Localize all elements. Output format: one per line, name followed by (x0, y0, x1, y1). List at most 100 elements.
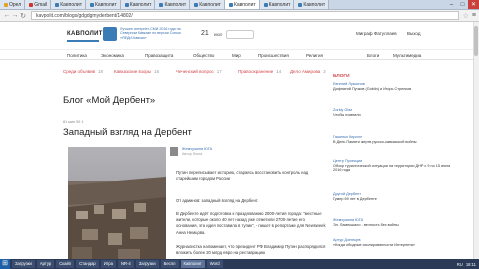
topic-tag[interactable]: Правоохранение 14 (238, 69, 281, 74)
taskbar-item[interactable]: Загрузки (12, 260, 35, 268)
sidebar-post-link[interactable]: Обзор туристической ситуации на территор… (333, 164, 453, 173)
forward-icon[interactable]: → (11, 12, 19, 19)
topic-tag[interactable]: Среди объявив 18 (63, 69, 103, 74)
nav-item[interactable]: Религия (306, 53, 323, 58)
reload-icon[interactable]: ↻ (19, 12, 27, 20)
article-meta: 81 мин 59 1 (63, 120, 84, 124)
promo-text: Лучшее интернет-СМИ 2016 года на Северно… (120, 27, 181, 40)
sidebar-post-link[interactable]: В День Памяти жертв русско-кавказской во… (333, 140, 453, 145)
tab-label: Кавполит (268, 2, 291, 8)
favicon-icon (29, 2, 34, 7)
system-tray: RU 18:11 (454, 259, 479, 269)
favicon-icon (298, 2, 303, 7)
nav-item[interactable]: Блоги (367, 53, 379, 58)
maximize-icon[interactable]: □ (457, 0, 468, 9)
nav-item[interactable]: Мультимедиа (393, 53, 421, 58)
topic-tag[interactable]: Кавказские взоры 16 (114, 69, 159, 74)
topic-tag[interactable]: Дело Амирова 2 (290, 69, 326, 74)
author-name-link[interactable]: Жемчужина ЮГА (182, 147, 212, 151)
window-controls: – □ ✕ (446, 0, 479, 9)
taskbar-item[interactable]: Беспл (160, 260, 179, 268)
tab-label: Кавполит (129, 2, 152, 8)
sidebar-blog-item: Евгений Лукьянов Дифнатий Пучков (Goblin)… (333, 82, 453, 91)
browser-tab[interactable]: Кавполит (86, 0, 121, 9)
browser-tab[interactable]: Кавполит (190, 0, 225, 9)
site-header: КАВПОЛИТ Лучшее интернет-СМИ 2016 года н… (0, 22, 479, 50)
taskbar-item[interactable]: Игра (100, 260, 116, 268)
taskbar-item-active[interactable]: Кавполит (180, 260, 205, 268)
browser-tab-active[interactable]: Кавполит (224, 0, 260, 9)
article-paragraph: Журналистка напоминает, что президент РФ… (176, 244, 326, 256)
tab-label: Кавполит (199, 2, 221, 8)
favicon-icon (4, 2, 8, 7)
minimize-icon[interactable]: – (446, 0, 457, 9)
topic-tags: Среди объявив 18 Кавказские взоры 16 Чечен… (0, 68, 479, 77)
windows-start-icon[interactable]: ⊞ (0, 259, 10, 269)
sidebar-post-link[interactable]: Дифнатий Пучков (Goblin) и Игорь Стрелко… (333, 87, 453, 92)
article-paragraph: От админов: западный взгляд на Дербент. (176, 198, 259, 203)
tab-label: Кавполит (164, 2, 187, 8)
nav-item[interactable]: Политика (67, 53, 87, 58)
author-avatar[interactable] (170, 147, 178, 156)
tab-label: Gmail (34, 2, 48, 8)
sidebar-blog-item: Гашенко Кирилл В День Памяти жертв русско… (333, 135, 453, 144)
taskbar-item[interactable]: Word (206, 260, 223, 268)
browser-tab[interactable]: Кавполит (259, 0, 295, 9)
menu-icon[interactable]: ≡ (472, 12, 476, 19)
nav-item[interactable]: Мир (232, 53, 241, 58)
site-logo[interactable]: КАВПОЛИТ (67, 31, 103, 37)
date-day: 21 (201, 30, 209, 37)
browser-tab[interactable]: Кавполит (155, 0, 191, 9)
nav-item[interactable]: Общество (193, 53, 214, 58)
article-title: Западный взгляд на Дербент (63, 127, 192, 138)
search-input[interactable] (226, 30, 254, 39)
taskbar-item[interactable]: Стандар (76, 260, 99, 268)
browser-tab[interactable]: Кавполит (120, 0, 156, 9)
address-bar: ← → ↻ kavpolit.com/blogs/gdgdgmyderbent/… (0, 10, 479, 22)
favicon-icon (90, 2, 94, 7)
sidebar-blog-item: Центр Проекции Обзор туристической ситуац… (333, 159, 453, 173)
logo-underline (67, 40, 99, 42)
close-icon[interactable]: ✕ (468, 0, 479, 9)
taskbar-item[interactable]: Скайп (56, 260, 75, 268)
user-name-link[interactable]: Миграф Фатуллаев (356, 31, 397, 36)
nav-item[interactable]: Происшествия (258, 53, 289, 58)
taskbar-item[interactable]: Загрузки (135, 260, 159, 268)
blog-title: Блог «Мой Дербент» (63, 95, 156, 106)
browser-tab[interactable]: Орел (0, 0, 26, 9)
main-nav: Политика Экономика Правозащита Общество … (0, 51, 479, 60)
favicon-icon (159, 2, 164, 7)
topic-tag[interactable]: Чеченский вопрос 17 (176, 69, 222, 74)
date-month: июл (214, 32, 223, 37)
nav-item[interactable]: Экономика (101, 53, 124, 58)
favicon-icon (263, 2, 268, 7)
clock[interactable]: 18:11 (466, 262, 476, 267)
url-field[interactable]: kavpolit.com/blogs/gdgdgmyderbent/14802/ (31, 11, 459, 20)
sidebar-heading: БЛОГИ (333, 74, 350, 79)
favicon-icon (124, 2, 129, 7)
sidebar-blog-item: Жемчужина ЮГА Эл. Ламекшало - вечность бе… (333, 218, 453, 227)
sidebar-post-link[interactable]: Гумер 69 лет в Дербенте (333, 197, 453, 202)
sidebar-post-link[interactable]: «Когда обидные изолированности Интернета… (333, 243, 453, 248)
taskbar-item[interactable]: Артур (36, 260, 55, 268)
favicon-icon (228, 2, 233, 7)
browser-tab-strip: Орел Gmail Кавполит Кавполит Кавполит Ка… (0, 0, 479, 10)
page-scrollbar[interactable] (473, 22, 479, 259)
browser-tab[interactable]: Кавполит (294, 0, 330, 9)
star-icon[interactable]: ☆ (463, 12, 469, 20)
sidebar-blog-item: Другой Дербент Гумер 69 лет в Дербенте (333, 192, 453, 201)
os-taskbar: ⊞ Загрузки Артур Скайп Стандар Игра NR-4… (0, 259, 479, 269)
article-photo (68, 147, 166, 262)
nav-item[interactable]: Правозащита (145, 53, 173, 58)
scrollbar-thumb[interactable] (474, 26, 478, 56)
browser-tab[interactable]: Кавполит (51, 0, 86, 9)
tab-label: Кавполит (95, 2, 117, 8)
language-indicator[interactable]: RU (457, 262, 463, 267)
tab-label: Кавполит (303, 2, 326, 8)
taskbar-item[interactable]: NR-4 (117, 260, 134, 268)
browser-tab[interactable]: Gmail (25, 0, 52, 9)
logout-link[interactable]: Выход (407, 31, 420, 36)
back-icon[interactable]: ← (3, 12, 11, 19)
sidebar-post-link[interactable]: Эл. Ламекшало - вечность без войны (333, 223, 453, 228)
sidebar-post-link[interactable]: Чтобы помнили (333, 113, 453, 118)
